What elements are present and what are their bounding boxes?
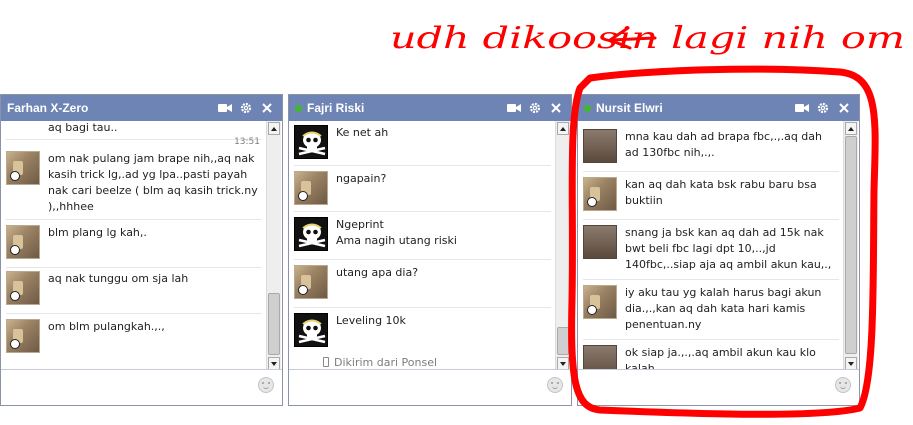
emoticon-icon[interactable] <box>835 377 851 393</box>
chat-title[interactable]: Fajri Riski <box>307 101 502 115</box>
avatar[interactable] <box>583 225 617 259</box>
message-list[interactable]: Ke net ah ngapain? Ngeprint Ama nagih ut… <box>289 121 571 371</box>
close-icon[interactable] <box>258 99 276 117</box>
phone-icon <box>323 357 329 367</box>
message-text: kan aq dah kata bsk rabu baru bsa buktii… <box>625 178 817 207</box>
divider <box>294 259 551 260</box>
divider <box>583 339 839 340</box>
message-input[interactable] <box>1 369 282 405</box>
skull-icon <box>298 319 326 344</box>
message-input[interactable] <box>289 369 571 405</box>
message-text: Leveling 10k <box>336 314 406 327</box>
message-text: Ngeprint <box>336 218 384 231</box>
emoticon-icon[interactable] <box>258 377 274 393</box>
avatar[interactable] <box>294 171 328 205</box>
scroll-up-button[interactable] <box>268 122 280 135</box>
message-text: Ke net ah <box>336 126 389 139</box>
avatar[interactable] <box>294 217 328 251</box>
video-icon[interactable] <box>216 99 234 117</box>
online-indicator <box>584 104 591 112</box>
avatar[interactable] <box>6 319 40 353</box>
avatar[interactable] <box>583 129 617 163</box>
chat-header[interactable]: Nursit Elwri <box>578 95 859 121</box>
video-icon[interactable] <box>505 99 523 117</box>
message-text: utang apa dia? <box>336 266 419 279</box>
divider <box>6 313 262 314</box>
message-text: mna kau dah ad brapa fbc,.,.aq dah ad 13… <box>625 130 822 159</box>
message-input[interactable] <box>578 369 859 405</box>
message-list[interactable]: mna kau dah ad brapa fbc,.,.aq dah ad 13… <box>578 121 859 371</box>
message-text: om blm pulangkah.,., <box>48 320 165 333</box>
chat-window-fajri: Fajri Riski Ke net ah ngapain? Ngeprint … <box>288 94 572 406</box>
close-icon[interactable] <box>835 99 853 117</box>
chat-window-farhan: Farhan X-Zero aq bagi tau.. 13:51 om nak… <box>0 94 283 406</box>
message-list[interactable]: aq bagi tau.. 13:51 om nak pulang jam br… <box>1 121 282 371</box>
chat-header[interactable]: Farhan X-Zero <box>1 95 282 121</box>
message-text: ok siap ja.,.,.aq ambil akun kau klo kal… <box>625 346 816 371</box>
message-text: Ama nagih utang riski <box>336 234 457 247</box>
online-indicator <box>295 104 302 112</box>
gear-icon[interactable] <box>237 99 255 117</box>
skull-icon <box>298 223 326 248</box>
divider <box>583 219 839 220</box>
avatar[interactable] <box>583 285 617 319</box>
divider <box>6 139 262 140</box>
message-text: aq bagi tau.. <box>48 121 118 134</box>
chat-title[interactable]: Farhan X-Zero <box>7 101 213 115</box>
message-text: ngapain? <box>336 172 387 185</box>
message-text: iy aku tau yg kalah harus bagi akun dia.… <box>625 286 822 331</box>
divider <box>294 165 551 166</box>
message-text: om nak pulang jam brape nih,,aq nak kasi… <box>48 152 258 213</box>
avatar[interactable] <box>6 225 40 259</box>
scroll-thumb[interactable] <box>268 293 280 355</box>
chat-window-nursit: Nursit Elwri mna kau dah ad brapa fbc,.,… <box>577 94 860 406</box>
emoticon-icon[interactable] <box>547 377 563 393</box>
mobile-note-text: Dikirim dari Ponsel <box>334 356 438 369</box>
scrollbar[interactable] <box>266 121 281 371</box>
divider <box>583 171 839 172</box>
annotation-text: udh dikoosin lagi nih om <box>390 21 905 56</box>
avatar[interactable] <box>583 345 617 371</box>
gear-icon[interactable] <box>526 99 544 117</box>
scroll-thumb[interactable] <box>557 327 569 355</box>
avatar[interactable] <box>583 177 617 211</box>
annotation-arrow <box>606 26 657 50</box>
close-icon[interactable] <box>547 99 565 117</box>
scroll-up-button[interactable] <box>557 122 569 135</box>
chat-header[interactable]: Fajri Riski <box>289 95 571 121</box>
skull-icon <box>298 131 326 156</box>
message-text: snang ja bsk kan aq dah ad 15k nak bwt b… <box>625 226 832 271</box>
scroll-up-button[interactable] <box>845 122 857 135</box>
divider <box>294 211 551 212</box>
divider <box>583 279 839 280</box>
scrollbar[interactable] <box>555 121 570 371</box>
divider <box>6 267 262 268</box>
message-text: aq nak tunggu om sja lah <box>48 272 189 285</box>
message-text: blm plang lg kah,. <box>48 226 147 239</box>
scroll-thumb[interactable] <box>845 136 857 354</box>
avatar[interactable] <box>294 125 328 159</box>
timestamp: 13:51 <box>234 137 260 147</box>
mobile-note: Dikirim dari Ponsel <box>323 356 437 369</box>
divider <box>6 219 262 220</box>
chat-title[interactable]: Nursit Elwri <box>596 101 790 115</box>
avatar[interactable] <box>294 265 328 299</box>
scrollbar[interactable] <box>843 121 858 371</box>
avatar[interactable] <box>6 271 40 305</box>
video-icon[interactable] <box>793 99 811 117</box>
gear-icon[interactable] <box>814 99 832 117</box>
avatar[interactable] <box>294 313 328 347</box>
avatar[interactable] <box>6 151 40 185</box>
divider <box>294 307 551 308</box>
message-block: Ngeprint Ama nagih utang riski <box>336 217 551 249</box>
